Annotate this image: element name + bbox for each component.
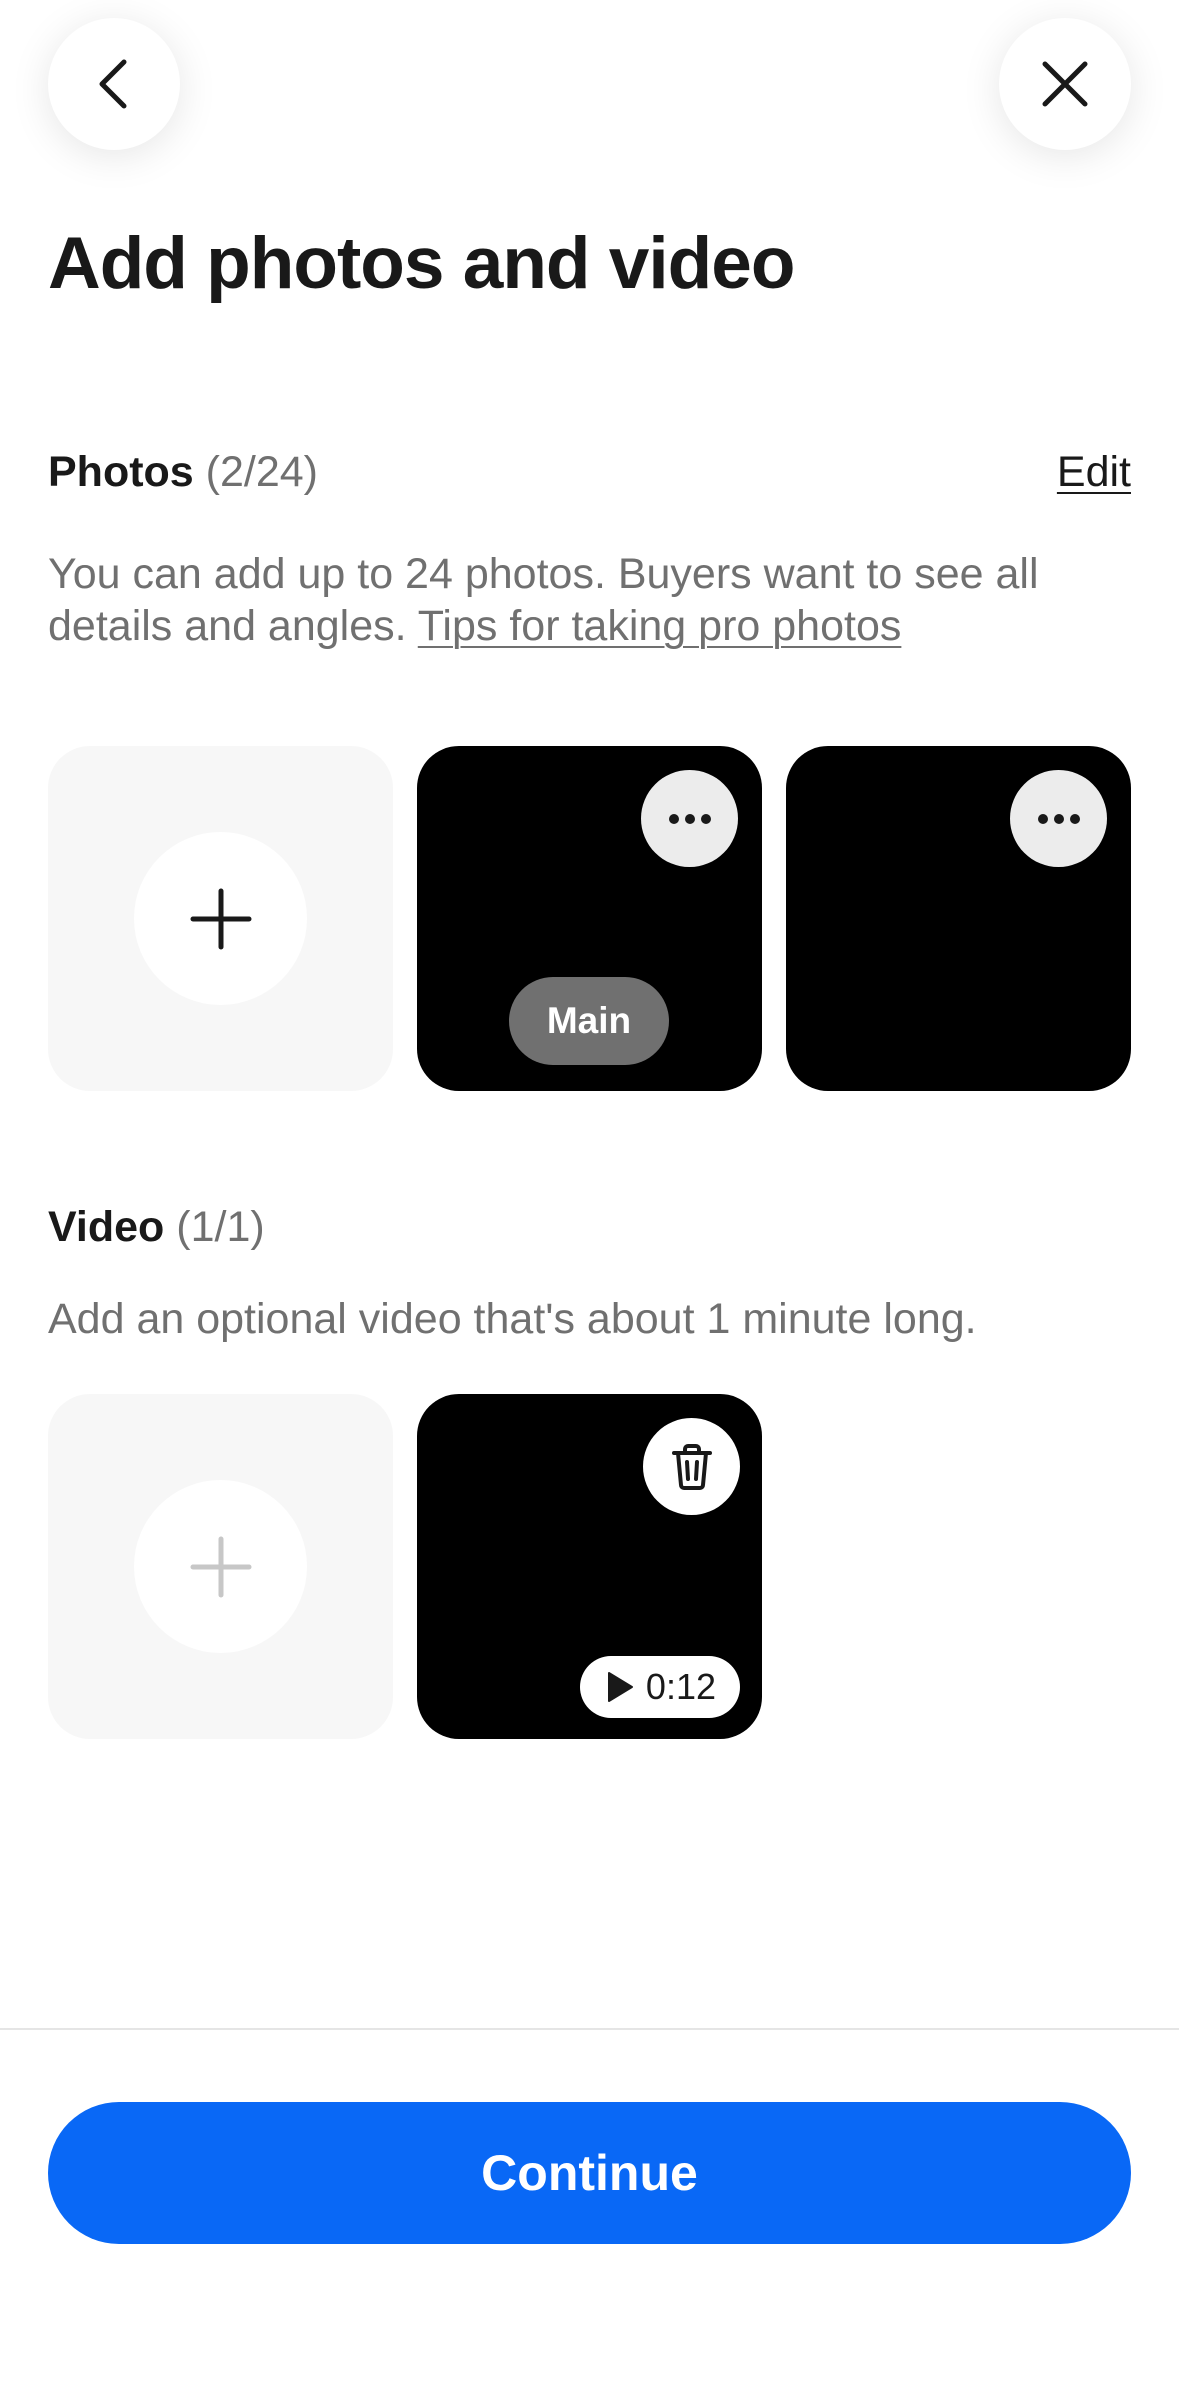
photos-label: Photos — [48, 448, 194, 496]
video-thumbnail[interactable]: 0:12 — [417, 1394, 762, 1739]
plus-icon — [190, 888, 251, 949]
delete-video-button[interactable] — [643, 1418, 740, 1515]
video-duration: 0:12 — [645, 1666, 716, 1707]
close-button[interactable] — [999, 18, 1131, 150]
add-photo-circle — [134, 832, 307, 1005]
plus-icon — [190, 1536, 251, 1597]
video-duration-pill[interactable]: 0:12 — [579, 1656, 740, 1718]
tips-link[interactable]: Tips for taking pro photos — [418, 602, 902, 650]
photo-thumbnail-main[interactable]: Main — [417, 746, 762, 1091]
more-horizontal-icon — [1037, 813, 1080, 824]
page-title: Add photos and video — [48, 223, 795, 304]
video-label: Video — [48, 1203, 165, 1251]
back-button[interactable] — [48, 18, 180, 150]
main-photo-badge: Main — [509, 977, 669, 1065]
photos-description: You can add up to 24 photos. Buyers want… — [48, 548, 1138, 652]
video-section-heading: Video (1/1) — [48, 1203, 265, 1252]
photo-more-button[interactable] — [641, 770, 738, 867]
chevron-left-icon — [99, 59, 127, 109]
photos-section-heading: Photos (2/24) — [48, 448, 318, 497]
play-icon — [607, 1672, 633, 1702]
footer-divider — [0, 2028, 1179, 2030]
add-photo-button[interactable] — [48, 746, 393, 1091]
continue-button[interactable]: Continue — [48, 2102, 1131, 2244]
add-video-button — [48, 1394, 393, 1739]
close-icon — [1042, 61, 1088, 107]
more-horizontal-icon — [668, 813, 711, 824]
photos-count: (2/24) — [205, 448, 319, 496]
video-description: Add an optional video that's about 1 min… — [48, 1295, 977, 1343]
edit-photos-link[interactable]: Edit — [1057, 448, 1131, 497]
video-count: (1/1) — [176, 1203, 265, 1251]
photo-more-button[interactable] — [1010, 770, 1107, 867]
trash-icon — [671, 1443, 712, 1490]
photo-thumbnail[interactable] — [786, 746, 1131, 1091]
add-video-circle — [134, 1480, 307, 1653]
